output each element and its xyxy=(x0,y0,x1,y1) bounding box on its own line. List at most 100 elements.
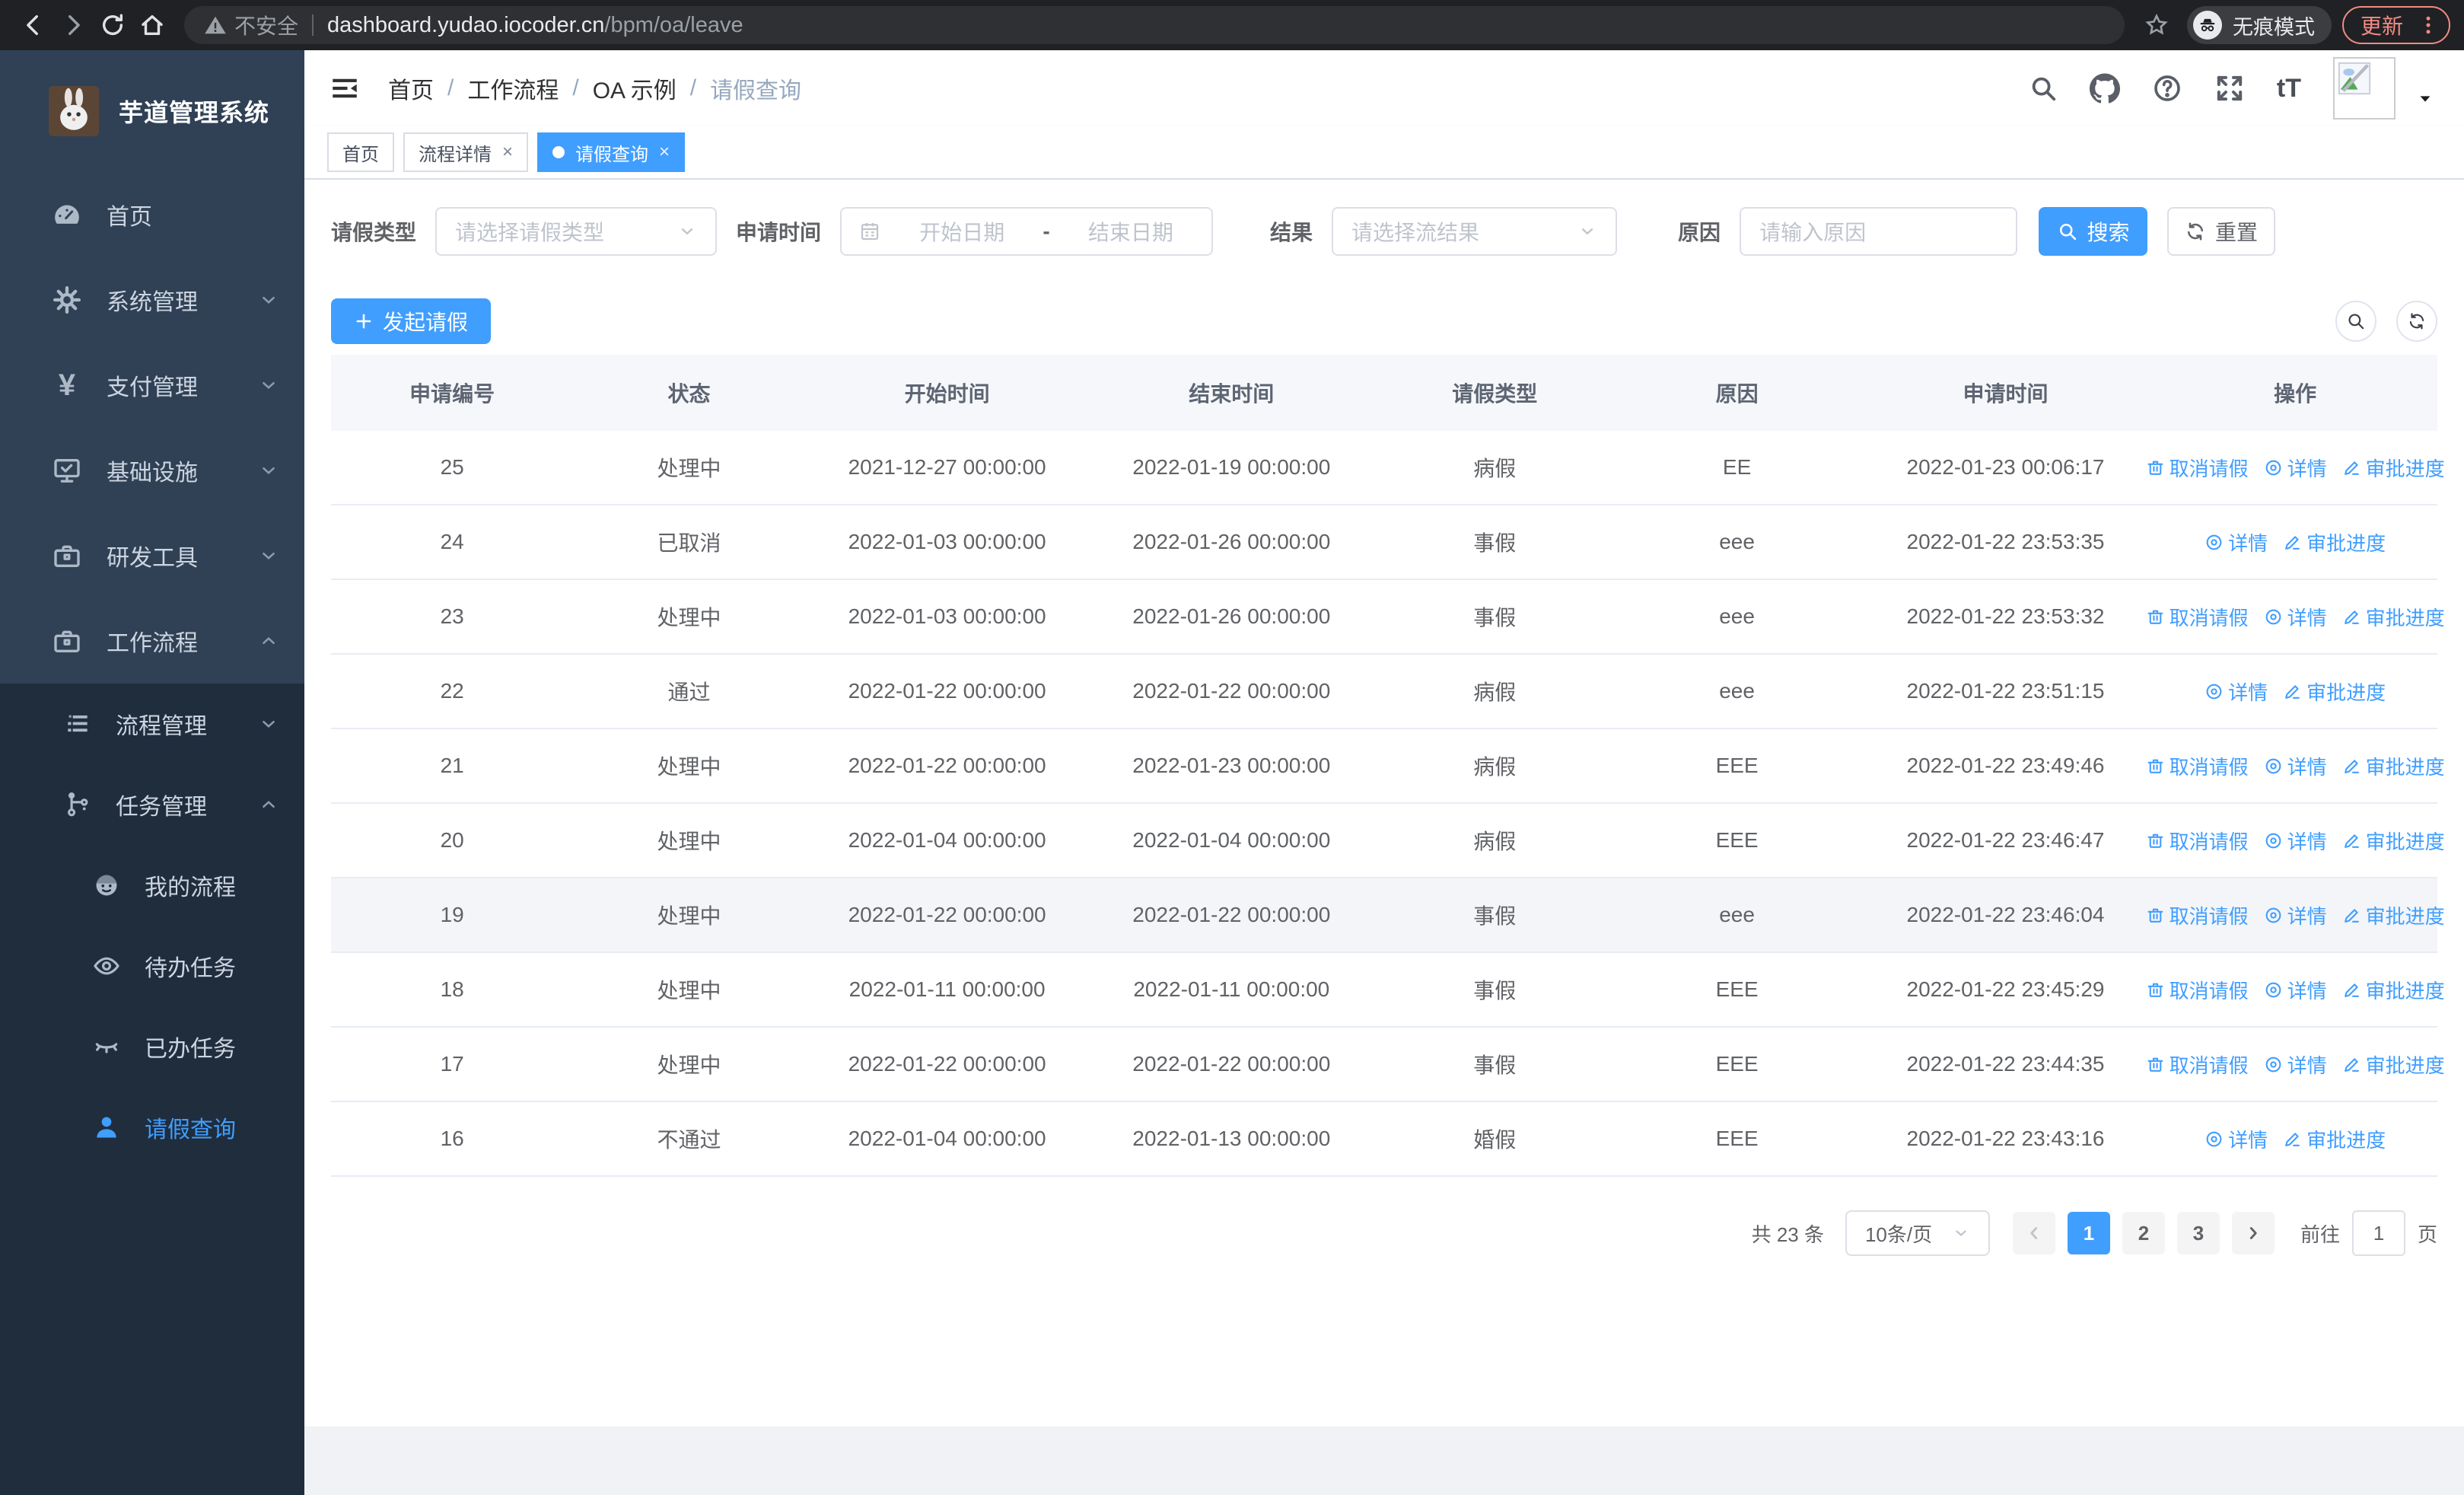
approval-progress-link[interactable]: 审批进度 xyxy=(2283,528,2386,556)
reason-input[interactable]: 请输入原因 xyxy=(1740,207,2018,256)
help-icon[interactable] xyxy=(2152,73,2182,104)
create-leave-button[interactable]: 发起请假 xyxy=(331,298,492,344)
avatar-caret-down-icon[interactable] xyxy=(2417,91,2434,107)
reset-button[interactable]: 重置 xyxy=(2167,207,2276,256)
page-button-3[interactable]: 3 xyxy=(2176,1212,2220,1254)
sidebar-item-infrastructure[interactable]: 基础设施 xyxy=(0,428,304,513)
search-icon[interactable] xyxy=(2029,74,2058,103)
cancel-leave-link[interactable]: 取消请假 xyxy=(2146,752,2249,780)
sidebar-item-process-management[interactable]: 流程管理 xyxy=(0,684,304,764)
tab-home[interactable]: 首页 xyxy=(327,132,394,172)
leave-type-select[interactable]: 请选择请假类型 xyxy=(435,207,718,256)
approval-progress-link[interactable]: 审批进度 xyxy=(2342,827,2445,855)
cancel-leave-link[interactable]: 取消请假 xyxy=(2146,603,2249,631)
prev-page-button[interactable] xyxy=(2012,1212,2055,1254)
chevron-down-icon xyxy=(259,546,279,566)
approval-progress-link[interactable]: 审批进度 xyxy=(2342,454,2445,482)
detail-link[interactable]: 详情 xyxy=(2264,752,2327,780)
cancel-leave-link[interactable]: 取消请假 xyxy=(2146,901,2249,929)
cell-leave-type: 事假 xyxy=(1473,531,1517,555)
cell-end-time: 2022-01-04 00:00:00 xyxy=(1132,828,1331,852)
sidebar-fold-icon[interactable] xyxy=(329,72,361,104)
fullscreen-icon[interactable] xyxy=(2214,73,2245,104)
sidebar-item-done-tasks[interactable]: 已办任务 xyxy=(0,1006,304,1087)
browser-update-button[interactable]: 更新 xyxy=(2341,6,2450,44)
next-page-button[interactable] xyxy=(2231,1212,2275,1254)
pagination-total: 共 23 条 xyxy=(1751,1222,1824,1246)
table-row: 20 处理中 2022-01-04 00:00:00 2022-01-04 00… xyxy=(331,804,2445,878)
apply-time-range-picker[interactable]: 开始日期 - 结束日期 xyxy=(840,207,1214,256)
browser-home-icon[interactable] xyxy=(132,5,172,45)
cell-status: 处理中 xyxy=(657,1054,721,1077)
sidebar-item-devtools[interactable]: 研发工具 xyxy=(0,513,304,598)
sidebar-item-home[interactable]: 首页 xyxy=(0,172,304,257)
breadcrumb-oa-example[interactable]: OA 示例 xyxy=(593,72,676,105)
chevron-down-icon xyxy=(1577,222,1597,241)
detail-link[interactable]: 详情 xyxy=(2205,1125,2268,1153)
detail-link[interactable]: 详情 xyxy=(2264,901,2327,929)
eye-icon xyxy=(2206,684,2222,699)
sidebar-item-payment[interactable]: 支付管理 xyxy=(0,343,304,428)
result-select[interactable]: 请选择流结果 xyxy=(1332,207,1618,256)
sidebar-item-leave-query[interactable]: 请假查询 xyxy=(0,1087,304,1168)
cancel-leave-link[interactable]: 取消请假 xyxy=(2146,1050,2249,1079)
table-row: 25 处理中 2021-12-27 00:00:00 2022-01-19 00… xyxy=(331,431,2445,505)
detail-link[interactable]: 详情 xyxy=(2264,827,2327,855)
navbar-tools xyxy=(2029,57,2434,120)
search-button[interactable]: 搜索 xyxy=(2039,207,2148,256)
sidebar-item-todo-tasks[interactable]: 待办任务 xyxy=(0,926,304,1006)
sidebar-item-system[interactable]: 系统管理 xyxy=(0,257,304,343)
approval-progress-link[interactable]: 审批进度 xyxy=(2342,1050,2445,1079)
breadcrumb-separator xyxy=(572,75,578,101)
sidebar-item-task-management[interactable]: 任务管理 xyxy=(0,764,304,845)
goto-page-input[interactable]: 1 xyxy=(2351,1210,2405,1256)
range-separator: - xyxy=(1043,219,1050,243)
sidebar-item-my-processes[interactable]: 我的流程 xyxy=(0,845,304,926)
font-size-icon[interactable] xyxy=(2277,74,2301,104)
page-size-select[interactable]: 10条/页 xyxy=(1845,1210,1990,1256)
approval-progress-link[interactable]: 审批进度 xyxy=(2283,677,2386,706)
github-icon[interactable] xyxy=(2089,73,2120,104)
breadcrumb-workflow[interactable]: 工作流程 xyxy=(467,72,559,105)
approval-progress-link[interactable]: 审批进度 xyxy=(2342,976,2445,1004)
page-button-2[interactable]: 2 xyxy=(2122,1212,2165,1254)
detail-link[interactable]: 详情 xyxy=(2205,528,2268,556)
cell-start-time: 2022-01-22 00:00:00 xyxy=(848,903,1046,926)
tab-process-detail[interactable]: 流程详情 xyxy=(403,132,529,172)
refresh-table-button[interactable] xyxy=(2396,301,2437,342)
browser-reload-icon[interactable] xyxy=(93,5,132,45)
table-row: 22 通过 2022-01-22 00:00:00 2022-01-22 00:… xyxy=(331,655,2437,729)
detail-link[interactable]: 详情 xyxy=(2264,454,2327,482)
cancel-leave-link[interactable]: 取消请假 xyxy=(2146,976,2249,1004)
detail-link[interactable]: 详情 xyxy=(2205,677,2268,706)
close-icon[interactable] xyxy=(502,142,513,163)
tab-leave-query[interactable]: 请假查询 xyxy=(537,132,686,172)
approval-progress-link[interactable]: 审批进度 xyxy=(2283,1125,2386,1153)
toggle-search-button[interactable] xyxy=(2335,301,2376,342)
avatar[interactable] xyxy=(2333,57,2396,120)
sidebar-item-workflow[interactable]: 工作流程 xyxy=(0,598,304,684)
browser-forward-icon[interactable] xyxy=(53,5,93,45)
breadcrumb-home[interactable]: 首页 xyxy=(388,72,434,105)
user-icon xyxy=(90,1113,123,1142)
approval-progress-link[interactable]: 审批进度 xyxy=(2342,901,2445,929)
table-row: 18 处理中 2022-01-11 00:00:00 2022-01-11 00… xyxy=(331,953,2445,1028)
detail-link[interactable]: 详情 xyxy=(2264,1050,2327,1079)
page-button-1[interactable]: 1 xyxy=(2067,1212,2110,1254)
detail-link[interactable]: 详情 xyxy=(2264,603,2327,631)
cancel-leave-link[interactable]: 取消请假 xyxy=(2146,454,2249,482)
edit-pen-icon xyxy=(2285,684,2300,699)
logo[interactable]: 芋道管理系统 xyxy=(0,50,304,172)
detail-link[interactable]: 详情 xyxy=(2264,976,2327,1004)
security-warning[interactable]: 不安全 xyxy=(204,10,298,40)
approval-progress-link[interactable]: 审批进度 xyxy=(2342,603,2445,631)
apply-time-label: 申请时间 xyxy=(736,221,822,244)
url-bar[interactable]: 不安全 dashboard.yudao.iocoder.cn/bpm/oa/le… xyxy=(184,6,2125,44)
eye-icon xyxy=(2265,1057,2281,1072)
close-icon[interactable] xyxy=(659,142,670,163)
cancel-leave-link[interactable]: 取消请假 xyxy=(2146,827,2249,855)
bookmark-star-icon[interactable] xyxy=(2137,5,2176,45)
browser-back-icon[interactable] xyxy=(14,5,53,45)
calendar-icon xyxy=(858,220,881,243)
approval-progress-link[interactable]: 审批进度 xyxy=(2342,752,2445,780)
